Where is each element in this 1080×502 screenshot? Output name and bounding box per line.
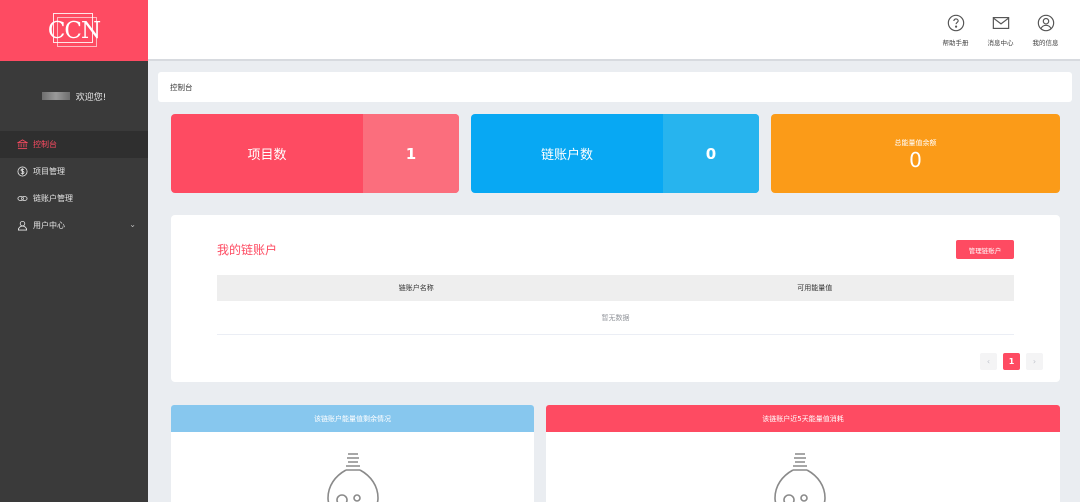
sidebar-item-chain-accounts[interactable]: 链账户管理 [0,185,148,212]
manage-chain-accounts-button[interactable]: 管理链账户 [956,240,1014,259]
panel-header: 该链账户近5天能量值消耗 [546,405,1060,432]
mail-icon [992,17,1009,29]
user-icon [17,220,28,231]
my-info-button[interactable]: 我的信息 [1023,14,1068,47]
breadcrumb-current: 控制台 [170,82,193,92]
welcome-text: 欢迎您! [75,92,107,103]
sidebar-item-user-center[interactable]: 用户中心 ⌄ [0,212,148,239]
message-center-button[interactable]: 消息中心 [978,14,1023,47]
messages-label: 消息中心 [987,39,1014,47]
energy-consumption-panel: 该链账户近5天能量值消耗 [546,405,1060,502]
help-label: 帮助手册 [942,39,969,47]
breadcrumb: 控制台 [158,72,1072,102]
panel-header: 该链账户能量值剩余情况 [171,405,534,432]
bank-icon [17,139,28,150]
user-greeting: 欢迎您! [0,61,148,131]
stat-label: 总能量值余额 [894,138,937,147]
username-redacted [41,92,70,100]
energy-remaining-panel: 该链账户能量值剩余情况 [171,405,534,502]
link-icon [17,196,28,201]
stat-value: 0 [909,147,922,172]
sidebar-item-projects[interactable]: 项目管理 [0,158,148,185]
top-header: 帮助手册 消息中心 我的信息 [148,0,1080,61]
chevron-down-icon: ⌄ [129,220,136,229]
logo-mark: CCN [47,12,101,49]
sidebar: CCN 欢迎您! 控制台 项目管理 链账户管理 用户中心 ⌄ [0,0,148,502]
stat-card-projects[interactable]: 项目数 1 [171,114,459,193]
prev-page-button[interactable]: ‹ [980,353,997,370]
column-header-account-name[interactable]: 链账户名称 [217,275,616,301]
stat-card-energy-balance[interactable]: 总能量值余额 0 [771,114,1060,193]
pagination: ‹ 1 › [980,353,1043,370]
header-actions: 帮助手册 消息中心 我的信息 [933,14,1068,47]
sidebar-item-label: 控制台 [33,140,57,149]
logo-text: CCN [47,17,101,44]
stat-value: 1 [363,114,459,193]
next-page-button[interactable]: › [1026,353,1043,370]
sidebar-nav: 控制台 项目管理 链账户管理 用户中心 ⌄ [0,131,148,239]
sidebar-item-label: 项目管理 [33,167,65,176]
coin-icon [17,166,28,177]
stat-label: 项目数 [247,148,287,163]
table-empty-state: 暂无数据 [217,301,1014,335]
stat-label: 链账户数 [540,148,593,163]
stat-card-chain-accounts[interactable]: 链账户数 0 [471,114,759,193]
lightbulb-icon [774,453,826,502]
question-circle-icon [947,14,964,32]
stat-value: 0 [663,114,759,193]
column-header-available-energy[interactable]: 可用能量值 [616,275,1015,301]
logo[interactable]: CCN [0,0,148,61]
lightbulb-icon [327,453,379,502]
help-manual-button[interactable]: 帮助手册 [933,14,978,47]
my-chain-accounts-panel: 我的链账户 管理链账户 链账户名称 可用能量值 暂无数据 ‹ 1 › [171,215,1060,382]
sidebar-item-dashboard[interactable]: 控制台 [0,131,148,158]
page-number[interactable]: 1 [1003,353,1020,370]
profile-label: 我的信息 [1032,39,1059,47]
table-header: 链账户名称 可用能量值 [217,275,1014,301]
user-circle-icon [1037,14,1054,32]
panel-title: 我的链账户 [217,243,278,257]
sidebar-item-label: 链账户管理 [33,194,73,203]
sidebar-item-label: 用户中心 [33,221,65,230]
